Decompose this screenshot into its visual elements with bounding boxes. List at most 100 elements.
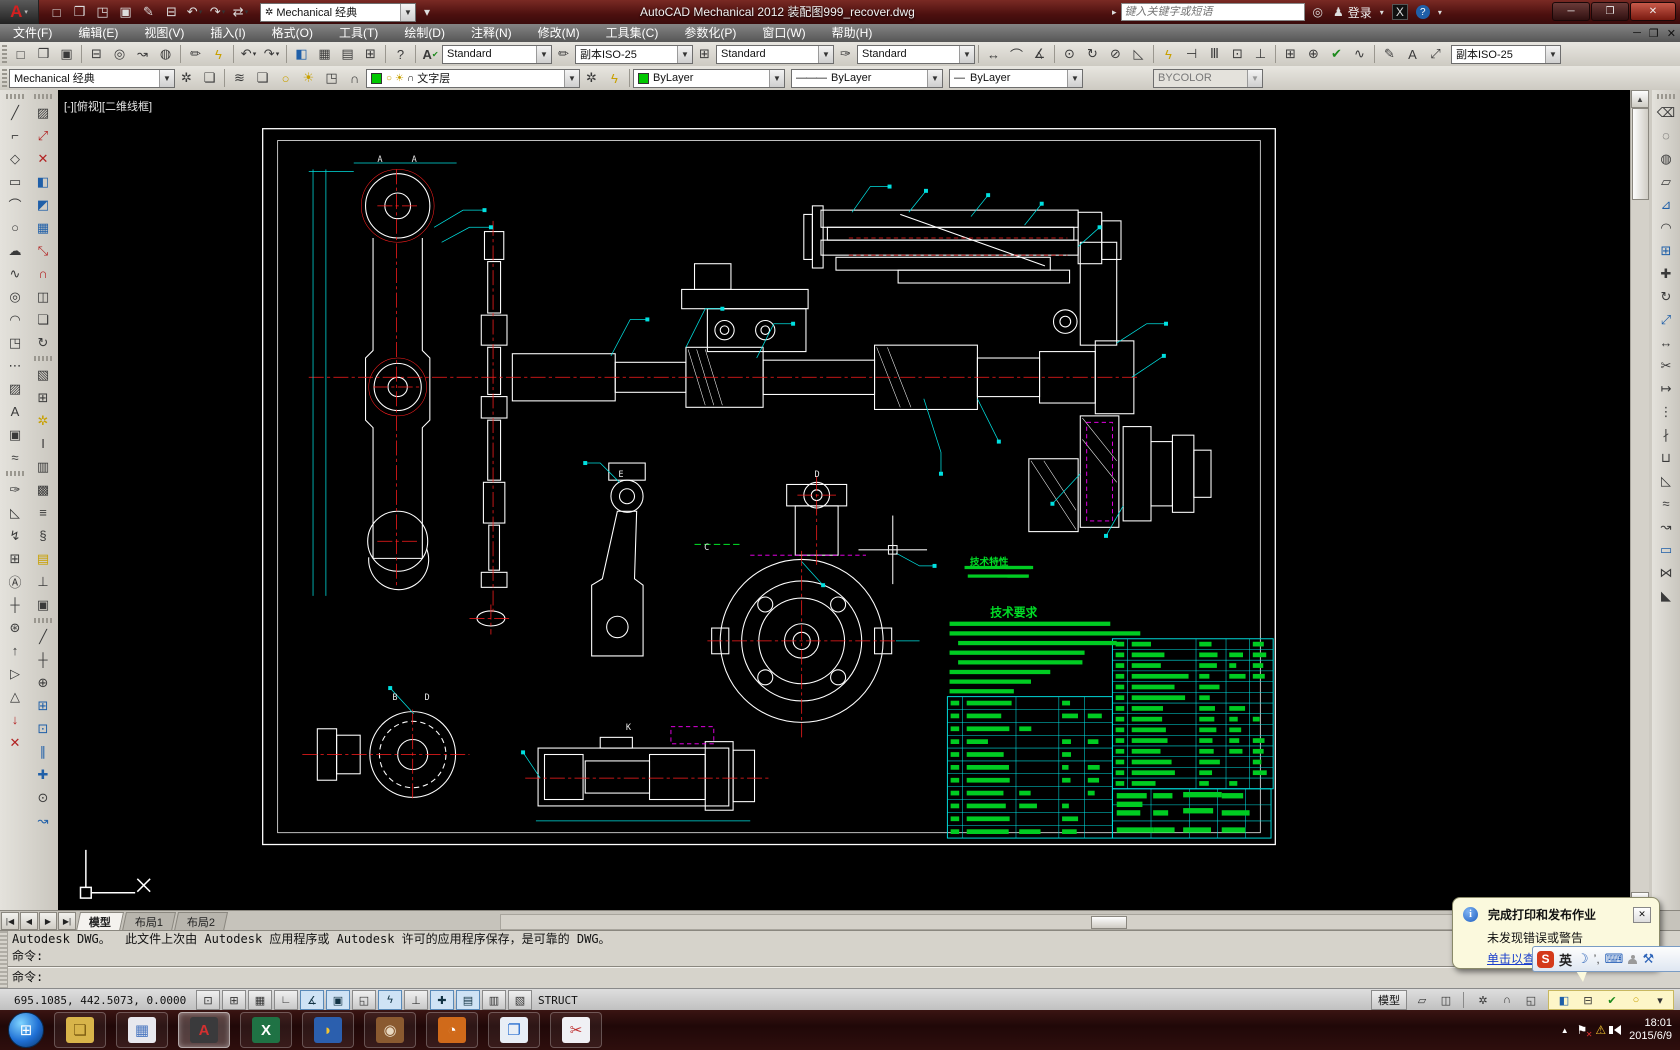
- layer-combo[interactable]: ○ ☀ ∩ 文字层 ▼: [366, 68, 580, 88]
- leader-weld-plus-icon[interactable]: ↓: [3, 708, 27, 731]
- hatch-columns-icon[interactable]: ▩: [31, 478, 55, 501]
- app-logo-icon[interactable]: A ▾: [0, 0, 39, 24]
- thermal-color-icon[interactable]: ▤: [31, 547, 55, 570]
- dim-aligned-icon[interactable]: ⌒: [1005, 44, 1028, 65]
- workspace-combo[interactable]: ✲ Mechanical 经典 ▼: [260, 2, 416, 22]
- dim-inspect-icon[interactable]: ✔: [1325, 44, 1348, 65]
- dim-style-combo[interactable]: 副本ISO-25 ▼: [575, 44, 693, 64]
- sheet-set-icon[interactable]: ▦: [313, 44, 336, 65]
- open-icon[interactable]: ❒: [32, 44, 55, 65]
- taskbar-image-viewer[interactable]: ▦: [116, 1012, 168, 1048]
- workspace-combo-2[interactable]: Mechanical 经典 ▼: [9, 68, 175, 88]
- snap-mode-toggle[interactable]: ⊞: [222, 990, 246, 1010]
- taskbar-app-orange[interactable]: ◔: [426, 1012, 478, 1048]
- chamfer-dim-icon[interactable]: ◺: [3, 501, 27, 524]
- ime-tools-icon[interactable]: ⚒: [1642, 951, 1654, 967]
- taskbar-clock[interactable]: 18:01 2015/6/9: [1629, 1017, 1672, 1043]
- tab-布局1[interactable]: 布局1: [121, 912, 177, 931]
- publish-icon[interactable]: ↝: [131, 44, 154, 65]
- target-point-icon[interactable]: ⊙: [31, 786, 55, 809]
- doc-restore-button[interactable]: ❐: [1649, 27, 1659, 40]
- ime-user-icon[interactable]: [1628, 954, 1638, 964]
- construction-line-icon[interactable]: ⌐: [3, 124, 27, 147]
- tab-模型[interactable]: 模型: [75, 912, 125, 931]
- toolbar-overflow-icon[interactable]: ▾: [424, 5, 430, 19]
- restore-button[interactable]: ❐: [1591, 2, 1629, 21]
- spline-edit-icon[interactable]: ↝: [1654, 515, 1678, 538]
- toolbar-lock-icon[interactable]: ∩: [1496, 991, 1518, 1009]
- help-icon[interactable]: ?: [389, 44, 412, 65]
- switch-window-icon[interactable]: ◧: [1553, 991, 1575, 1009]
- tab-last-button[interactable]: ▶|: [58, 912, 76, 930]
- linetype-combo[interactable]: ——— ByLayer ▼: [791, 68, 943, 88]
- tab-prev-button[interactable]: ◀: [20, 912, 38, 930]
- plot-notify-icon[interactable]: ⊟: [1577, 991, 1599, 1009]
- text-style-icon[interactable]: A ✔: [419, 44, 442, 65]
- menu-窗口(W)[interactable]: 窗口(W): [749, 24, 818, 42]
- construction-dash-icon[interactable]: ╱: [31, 625, 55, 648]
- toolbar-grip[interactable]: [2, 45, 7, 63]
- menu-插入(I)[interactable]: 插入(I): [197, 24, 258, 42]
- tray-settings-arrow-icon[interactable]: ▾: [1649, 991, 1671, 1009]
- drawing-canvas[interactable]: A A E C D B D K 技术特性 技术要求 [-][俯视][二维线框]: [58, 90, 1630, 910]
- center-mark-icon[interactable]: ⊕: [1302, 44, 1325, 65]
- taskbar-explorer[interactable]: ❏: [54, 1012, 106, 1048]
- power-erase-icon[interactable]: ✕: [31, 147, 55, 170]
- hatch-face-icon[interactable]: ▨: [31, 101, 55, 124]
- edit-view-icon[interactable]: ❏: [31, 308, 55, 331]
- sym-marks-blue-icon[interactable]: ✚: [31, 763, 55, 786]
- minimize-button[interactable]: ─: [1552, 2, 1590, 21]
- rect-edit-icon[interactable]: ▭: [1654, 538, 1678, 561]
- mleader-style-icon[interactable]: ✑: [834, 44, 857, 65]
- play-direction-icon[interactable]: ▷: [3, 662, 27, 685]
- show-lineweight-toggle[interactable]: ▤: [456, 990, 480, 1010]
- signin-chevron-icon[interactable]: ▾: [1380, 8, 1384, 17]
- pedit-icon[interactable]: ≈: [1654, 492, 1678, 515]
- dim-angular-icon[interactable]: ∡: [1028, 44, 1051, 65]
- magnet-snap-icon[interactable]: ∩: [31, 262, 55, 285]
- dim-diameter-icon[interactable]: ⊘: [1104, 44, 1127, 65]
- infocenter-collapse-icon[interactable]: ▸: [1112, 7, 1117, 18]
- layer-bulb-on-icon[interactable]: ○: [274, 68, 297, 89]
- grid-holes-blue-icon[interactable]: ⊞: [31, 694, 55, 717]
- line-icon[interactable]: ╱: [3, 101, 27, 124]
- circle-icon[interactable]: ○: [3, 216, 27, 239]
- offset-icon[interactable]: ▱: [1654, 170, 1678, 193]
- ime-moon-icon[interactable]: ☽: [1577, 951, 1589, 967]
- leader-plus-icon[interactable]: ↑: [3, 639, 27, 662]
- export-dwf-icon[interactable]: ◍: [154, 44, 177, 65]
- taskbar-paint-palette[interactable]: ◉: [364, 1012, 416, 1048]
- break-at-point-icon[interactable]: ⋮: [1654, 400, 1678, 423]
- help-chevron-icon[interactable]: ▾: [1438, 8, 1442, 17]
- save-icon[interactable]: ▣: [114, 2, 137, 23]
- split-section-icon[interactable]: ≡: [31, 501, 55, 524]
- quick-properties-toggle[interactable]: ▥: [482, 990, 506, 1010]
- layer-previous-icon[interactable]: ✲: [580, 68, 603, 89]
- taskbar-app-yellow-blue[interactable]: ◗: [302, 1012, 354, 1048]
- tray-expand-icon[interactable]: ▲: [1561, 1026, 1569, 1035]
- undo-icon[interactable]: ↶ ▾: [183, 2, 206, 23]
- object-snap-tracking-toggle[interactable]: ϟ: [378, 990, 402, 1010]
- menu-绘制(D)[interactable]: 绘制(D): [391, 24, 458, 42]
- taskbar-autocad[interactable]: A: [178, 1012, 230, 1048]
- dim-symmetry-icon[interactable]: ┼: [3, 593, 27, 616]
- table-style-icon[interactable]: ⊞: [693, 44, 716, 65]
- signin-link[interactable]: 登录: [1348, 4, 1372, 21]
- ellipse-icon[interactable]: ◎: [3, 285, 27, 308]
- symbol-wheel-icon[interactable]: ⊛: [3, 616, 27, 639]
- dim-text-edit-icon[interactable]: A: [1401, 44, 1424, 65]
- doc-close-button[interactable]: ✕: [1667, 27, 1676, 40]
- leader-n1-icon[interactable]: ↯: [3, 524, 27, 547]
- block-3d-icon[interactable]: ▧: [31, 363, 55, 386]
- vertical-scrollbar[interactable]: ▲ ▼: [1630, 90, 1649, 910]
- ime-english-mode[interactable]: 英: [1559, 950, 1572, 969]
- stretch-power-icon[interactable]: ⤡: [31, 239, 55, 262]
- square-hole-blue-icon[interactable]: ⊡: [31, 717, 55, 740]
- power-edit-gear-icon[interactable]: ✲: [31, 409, 55, 432]
- open-vault-icon[interactable]: ◳: [91, 2, 114, 23]
- quick-calc-icon[interactable]: ⊞: [359, 44, 382, 65]
- dim-break-icon[interactable]: ⊥: [1249, 44, 1272, 65]
- boundary-icon[interactable]: ▣: [3, 423, 27, 446]
- chamfer-icon[interactable]: ◺: [1654, 469, 1678, 492]
- layer-isolate-icon[interactable]: ϟ: [603, 68, 626, 89]
